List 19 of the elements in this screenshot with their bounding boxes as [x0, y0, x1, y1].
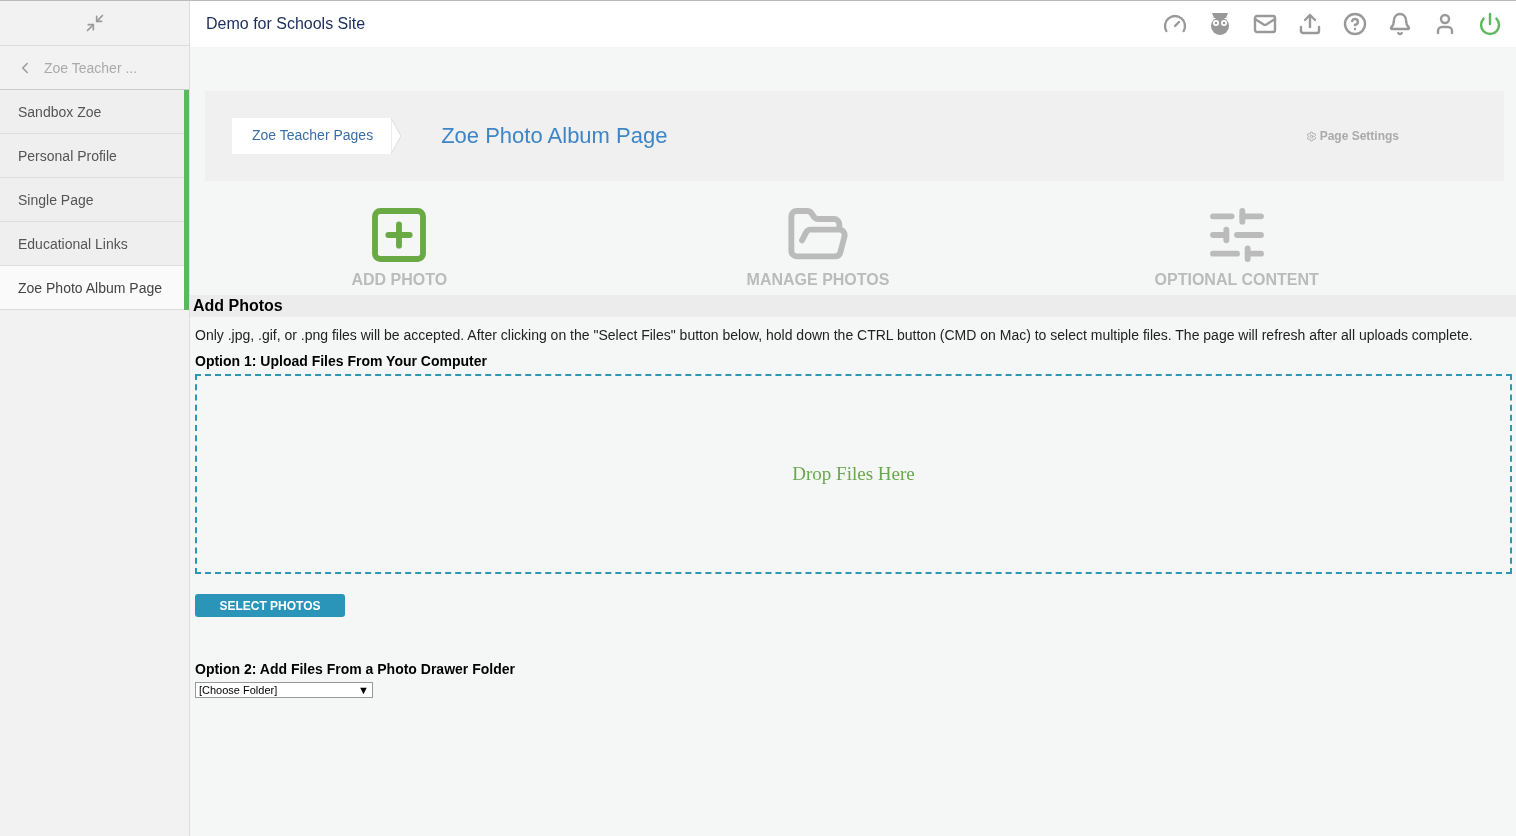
chevron-icon	[391, 118, 402, 154]
site-title: Demo for Schools Site	[206, 15, 366, 33]
owl-icon[interactable]	[1208, 11, 1232, 37]
select-photos-button[interactable]: SELECT PHOTOS	[195, 594, 345, 617]
page-title: Zoe Photo Album Page	[441, 123, 669, 149]
option-heading: Option 2: Add Files From a Photo Drawer Folder	[195, 661, 516, 677]
upload-icon[interactable]	[1298, 12, 1322, 36]
sidebar-item[interactable]: Zoe Photo Album Page	[0, 266, 184, 310]
collapse-icon[interactable]	[84, 13, 105, 33]
mail-icon[interactable]	[1253, 12, 1277, 36]
instructions-text: Only .jpg, .gif, or .png files will be accepted. After clicking on the "Select Files" button below, hold down the CTRL button (CMD on Mac) to select multiple files. The page will refresh after all uploads complete.	[195, 327, 1474, 343]
drop-text: Drop Files Here	[792, 463, 915, 485]
help-icon[interactable]	[1343, 12, 1367, 36]
section-title: Add Photos	[190, 295, 1516, 317]
bell-icon[interactable]	[1388, 12, 1412, 36]
folder-select[interactable]: [Choose Folder] ▼	[195, 682, 373, 698]
option-heading: Option 1: Upload Files From Your Computer	[195, 353, 488, 369]
power-icon[interactable]	[1478, 12, 1502, 36]
settings-icon[interactable]	[1305, 130, 1317, 142]
